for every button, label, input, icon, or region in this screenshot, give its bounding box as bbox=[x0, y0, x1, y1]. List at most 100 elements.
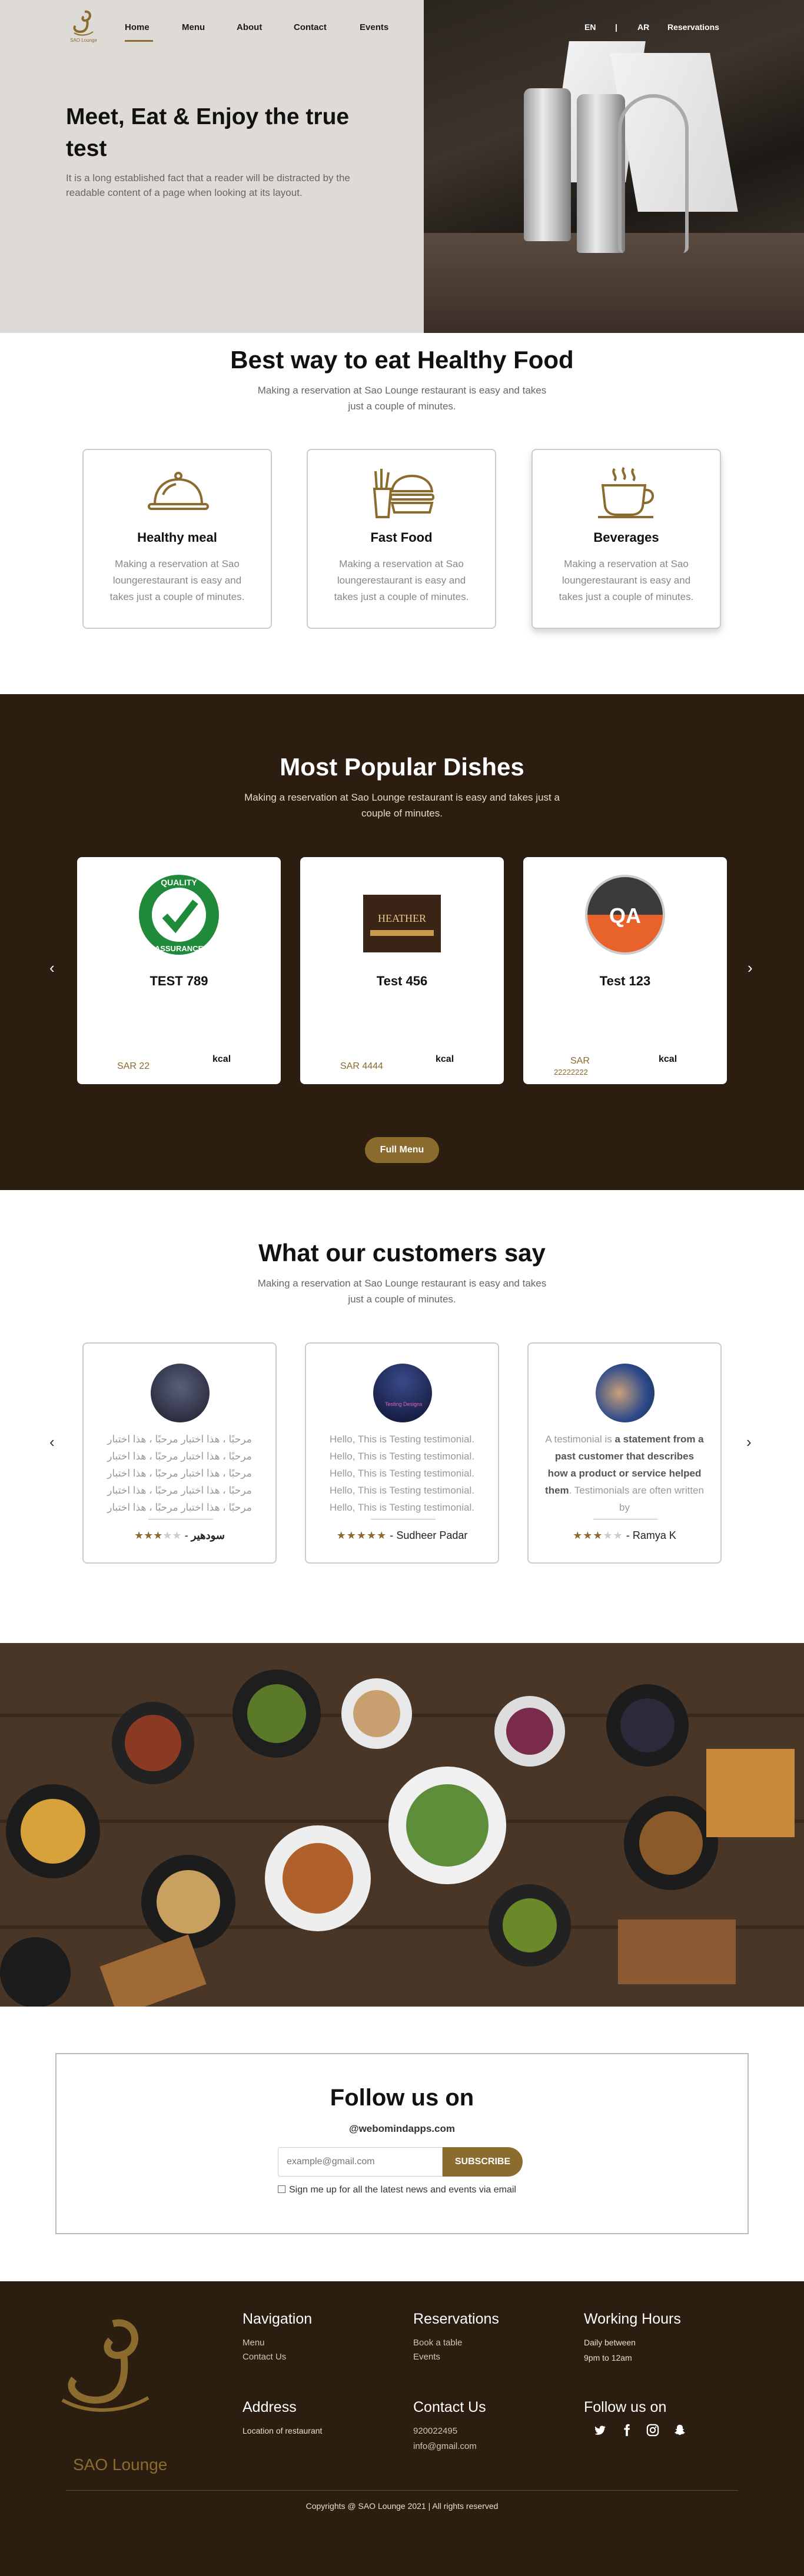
testimonial-text: A testimonial is a statement from a past… bbox=[545, 1434, 704, 1513]
avatar bbox=[596, 1364, 655, 1422]
reviewer-name: Ramya K bbox=[632, 1529, 676, 1541]
footer-nav-title: Navigation bbox=[242, 2311, 313, 2327]
hero-text: It is a long established fact that a rea… bbox=[66, 172, 350, 198]
testimonials-next-arrow[interactable]: › bbox=[746, 1433, 752, 1451]
avatar-caption: Testing Designs bbox=[385, 1401, 423, 1407]
testimonial-card: A testimonial is a statement from a past… bbox=[527, 1342, 722, 1564]
dish-price-extra: 22222222 bbox=[554, 1068, 588, 1077]
nav-home[interactable]: Home bbox=[125, 22, 149, 32]
feature-title: Beverages bbox=[593, 530, 659, 545]
footer: SAO Lounge Navigation Menu Contact Us Re… bbox=[0, 2281, 804, 2576]
full-menu-button[interactable]: Full Menu bbox=[365, 1137, 439, 1163]
badge-bottom-text: ASSURANCE bbox=[155, 944, 204, 953]
avatar bbox=[151, 1364, 210, 1422]
feature-card-fastfood[interactable]: Fast Food Making a reservation at Sao lo… bbox=[307, 449, 496, 629]
dishes-title: Most Popular Dishes bbox=[280, 753, 524, 781]
newsletter-box: Follow us on @webomindapps.com SUBSCRIBE… bbox=[55, 2053, 749, 2234]
feature-text: Making a reservation at Sao loungerestau… bbox=[559, 558, 694, 602]
cloche-icon bbox=[148, 472, 209, 510]
brand-logo[interactable]: SAO Lounge bbox=[66, 8, 101, 52]
quality-assurance-badge: QUALITY ASSURANCE bbox=[139, 875, 219, 955]
footer-address-text: Location of restaurant bbox=[242, 2426, 323, 2435]
testimonials-title: What our customers say bbox=[258, 1239, 546, 1267]
footer-divider bbox=[66, 2490, 738, 2491]
footer-hours-line2: 9pm to 12am bbox=[584, 2353, 632, 2362]
nav-contact[interactable]: Contact bbox=[294, 22, 327, 32]
snapchat-icon[interactable] bbox=[673, 2424, 686, 2437]
nav-menu[interactable]: Menu bbox=[182, 22, 205, 32]
footer-logo-text: SAO Lounge bbox=[73, 2455, 168, 2474]
follow-title: Follow us on bbox=[330, 2085, 474, 2111]
hero-section: SAO Lounge Home Menu About Contact Event… bbox=[0, 0, 804, 333]
badge-top-text: QUALITY bbox=[161, 878, 197, 887]
dish-kcal: kcal bbox=[436, 1054, 454, 1064]
reservations-link[interactable]: Reservations bbox=[667, 22, 719, 32]
email-input[interactable] bbox=[278, 2147, 443, 2177]
subscribe-button[interactable]: SUBSCRIBE bbox=[443, 2147, 523, 2177]
star-rating: ★★★★★ bbox=[134, 1529, 182, 1541]
instagram-icon[interactable] bbox=[646, 2424, 659, 2437]
dishes-prev-arrow[interactable]: ‹ bbox=[49, 959, 55, 977]
copyright: Copyrights @ SAO Lounge 2021 | All right… bbox=[305, 2501, 499, 2511]
lang-en-link[interactable]: EN bbox=[584, 22, 596, 32]
dish-card[interactable]: QA Test 123 SAR 22222222 kcal bbox=[523, 857, 727, 1084]
follow-site[interactable]: @webomindapps.com bbox=[57, 2123, 747, 2135]
footer-link-book[interactable]: Book a table bbox=[413, 2338, 462, 2348]
dish-kcal: kcal bbox=[212, 1054, 231, 1064]
nav-about[interactable]: About bbox=[237, 22, 262, 32]
features-title: Best way to eat Healthy Food bbox=[230, 346, 574, 374]
footer-link-events[interactable]: Events bbox=[413, 2352, 440, 2362]
testimonials-subtitle: Making a reservation at Sao Lounge resta… bbox=[257, 1278, 547, 1305]
burger-fries-icon bbox=[373, 469, 434, 518]
facebook-icon[interactable] bbox=[620, 2424, 633, 2437]
testimonial-card: مرحبًا ، هذا اختبار مرحبًا ، هذا اختبار … bbox=[82, 1342, 277, 1564]
sign-text: HEATHER bbox=[378, 912, 426, 924]
footer-link-contact[interactable]: Contact Us bbox=[242, 2352, 286, 2362]
dish-kcal: kcal bbox=[659, 1054, 677, 1064]
dish-price: SAR 4444 bbox=[340, 1061, 383, 1071]
feature-title: Healthy meal bbox=[137, 530, 217, 545]
salt-shaker bbox=[524, 88, 571, 241]
feature-title: Fast Food bbox=[370, 530, 433, 545]
dish-price: SAR bbox=[570, 1056, 590, 1066]
footer-link-menu[interactable]: Menu bbox=[242, 2338, 265, 2348]
features-subtitle: Making a reservation at Sao Lounge resta… bbox=[257, 385, 547, 412]
testimonial-rating: ★★★★★ - سودهير bbox=[134, 1529, 225, 1541]
reviewer-name: سودهير bbox=[191, 1529, 225, 1541]
footer-hours-line1: Daily between bbox=[584, 2338, 636, 2347]
logo-text: SAO Lounge bbox=[70, 38, 97, 43]
footer-contact-title: Contact Us bbox=[413, 2399, 486, 2415]
dish-name: Test 456 bbox=[376, 974, 428, 988]
feature-text: Making a reservation at Sao loungerestau… bbox=[109, 558, 245, 602]
qa-circle-image: QA bbox=[585, 875, 665, 955]
footer-social-title: Follow us on bbox=[584, 2399, 667, 2415]
star-rating: ★★★★★ bbox=[573, 1529, 623, 1541]
dishes-next-arrow[interactable]: › bbox=[747, 959, 753, 977]
feature-card-healthy[interactable]: Healthy meal Making a reservation at Sao… bbox=[82, 449, 272, 629]
reviewer-name: Sudheer Padar bbox=[396, 1529, 468, 1541]
lang-ar-link[interactable]: AR bbox=[637, 22, 649, 32]
feature-card-beverages[interactable]: Beverages Making a reservation at Sao lo… bbox=[531, 449, 721, 629]
footer-logo-mark-icon bbox=[61, 2319, 149, 2412]
twitter-icon[interactable] bbox=[593, 2424, 606, 2437]
logo-mark-icon bbox=[73, 10, 94, 36]
checkbox-square[interactable] bbox=[278, 2185, 285, 2193]
dish-price: SAR 22 bbox=[117, 1061, 150, 1071]
lang-divider: | bbox=[615, 22, 617, 32]
testimonials-prev-arrow[interactable]: ‹ bbox=[49, 1433, 55, 1451]
dish-name: TEST 789 bbox=[149, 974, 208, 988]
footer-phone[interactable]: 920022495 bbox=[413, 2426, 457, 2436]
footer-email[interactable]: info@gmail.com bbox=[413, 2441, 477, 2451]
testimonial-rating: ★★★★★ - Ramya K bbox=[573, 1529, 676, 1541]
nav-events[interactable]: Events bbox=[360, 22, 388, 32]
food-table-photo bbox=[0, 1643, 804, 2007]
newsletter-checkbox[interactable]: Sign me up for all the latest news and e… bbox=[278, 2185, 516, 2195]
dark-sign-image: HEATHER bbox=[363, 895, 441, 952]
testimonial-text: مرحبًا ، هذا اختبار مرحبًا ، هذا اختبار … bbox=[107, 1434, 252, 1513]
nav-active-indicator bbox=[125, 40, 153, 42]
hero-photo bbox=[424, 0, 804, 333]
footer-hours-title: Working Hours bbox=[584, 2311, 681, 2327]
dish-card[interactable]: HEATHER Test 456 SAR 4444 kcal bbox=[300, 857, 504, 1084]
avatar: Testing Designs bbox=[373, 1364, 432, 1422]
dish-card[interactable]: QUALITY ASSURANCE TEST 789 SAR 22 kcal bbox=[77, 857, 281, 1084]
